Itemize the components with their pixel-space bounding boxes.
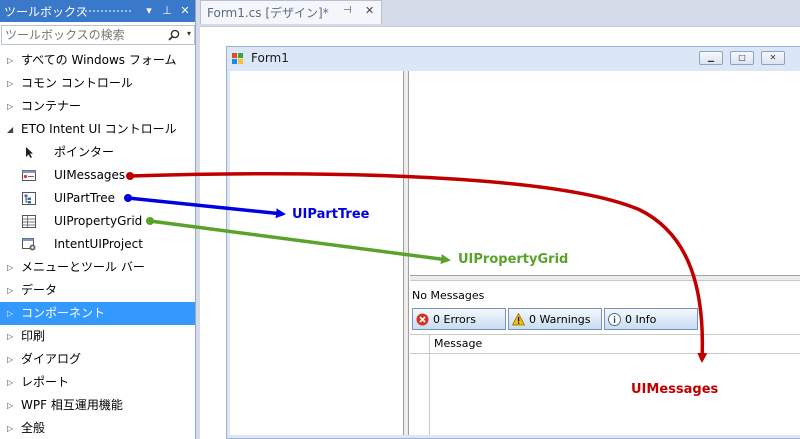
pin-icon[interactable]: ⊣ xyxy=(343,5,352,16)
toolbox-item-pointer[interactable]: ポインター xyxy=(0,141,195,164)
toolbox-search-box: ▾ xyxy=(1,25,195,45)
form-title: Form1 xyxy=(251,51,289,65)
document-tab-strip: Form1.cs [デザイン]* ⊣ ✕ xyxy=(198,0,800,24)
uiparttree-callout-label: UIPartTree xyxy=(292,207,370,222)
toolbox-item-label: UIPropertyGrid xyxy=(54,214,143,228)
toolbox-group-label: ETO Intent UI コントロール xyxy=(21,122,177,136)
horizontal-splitter[interactable] xyxy=(410,276,800,281)
uimessages-callout-label: UIMessages xyxy=(631,382,719,397)
vertical-splitter[interactable] xyxy=(404,71,409,435)
grid-row-header xyxy=(410,354,430,435)
toolbox-group-label: 全般 xyxy=(21,421,46,435)
collapse-arrow-icon: ◢ xyxy=(7,125,14,134)
expand-arrow-icon: ▷ xyxy=(7,309,14,318)
toolbox-item-label: UIMessages xyxy=(54,168,126,182)
messages-status-text: No Messages xyxy=(412,289,485,302)
toolbox-group-menus-toolbars[interactable]: ▷ メニューとツール バー xyxy=(0,256,195,279)
uiparttree-control[interactable] xyxy=(410,71,800,276)
toolbox-group-wpf-interop[interactable]: ▷ WPF 相互運用機能 xyxy=(0,394,195,417)
expand-arrow-icon: ▷ xyxy=(7,79,14,88)
uipropertygrid-callout-label: UIPropertyGrid xyxy=(458,252,569,267)
expand-arrow-icon: ▷ xyxy=(7,263,14,272)
tab-form1-design[interactable]: Form1.cs [デザイン]* ⊣ ✕ xyxy=(200,0,382,24)
toolbox-group-eto-intent-ui[interactable]: ◢ ETO Intent UI コントロール xyxy=(0,118,195,141)
toolbox-panel: ツールボックス ▾ ⊥ ✕ ▾ ▷ すべての Windows フォーム ▷ コモ… xyxy=(0,0,196,439)
toolbox-group-dialogs[interactable]: ▷ ダイアログ xyxy=(0,348,195,371)
uimessages-icon xyxy=(22,170,36,181)
expand-arrow-icon: ▷ xyxy=(7,56,14,65)
toolbox-group-label: コンテナー xyxy=(21,99,82,113)
pointer-icon xyxy=(26,147,33,158)
left-panel[interactable] xyxy=(230,71,404,435)
toolbox-group-containers[interactable]: ▷ コンテナー xyxy=(0,95,195,118)
expand-arrow-icon: ▷ xyxy=(7,355,14,364)
toolbox-item-uipropertygrid[interactable]: UIPropertyGrid xyxy=(0,210,195,233)
toolbox-item-label: ポインター xyxy=(54,145,115,159)
toolbox-group-label: メニューとツール バー xyxy=(21,260,145,274)
warning-icon xyxy=(512,312,525,325)
expand-arrow-icon: ▷ xyxy=(7,378,14,387)
tab-label: Form1.cs [デザイン]* xyxy=(207,6,329,20)
messages-grid-header: Message xyxy=(410,334,800,354)
toolbox-item-uiparttree[interactable]: UIPartTree xyxy=(0,187,195,210)
grid-corner-cell xyxy=(410,335,430,354)
errors-filter-label: 0 Errors xyxy=(433,312,477,326)
toolbox-list: ▷ すべての Windows フォーム ▷ コモン コントロール ▷ コンテナー… xyxy=(0,49,195,439)
error-icon xyxy=(416,313,429,325)
toolbox-autohide-button[interactable]: ⊥ xyxy=(160,3,174,19)
toolbox-group-reports[interactable]: ▷ レポート xyxy=(0,371,195,394)
info-icon xyxy=(608,312,621,326)
expand-arrow-icon: ▷ xyxy=(7,401,14,410)
toolbox-group-components[interactable]: ▷ コンポーネント xyxy=(0,302,195,325)
toolbox-group-label: 印刷 xyxy=(21,329,46,343)
expand-arrow-icon: ▷ xyxy=(7,424,14,433)
toolbox-item-label: IntentUIProject xyxy=(54,237,143,251)
uimessages-control[interactable]: No Messages 0 Errors 0 Warnings 0 Info M… xyxy=(410,282,800,435)
info-filter-button[interactable]: 0 Info xyxy=(604,308,698,330)
toolbox-group-label: レポート xyxy=(21,375,70,389)
toolbox-item-label: UIPartTree xyxy=(54,191,116,205)
minimize-button[interactable]: ▁ xyxy=(699,51,723,65)
form1-window[interactable]: Form1 ▁ □ ✕ No Messages 0 Errors 0 Warni… xyxy=(226,46,800,439)
toolbox-search-input[interactable] xyxy=(2,26,170,44)
toolbox-group-label: すべての Windows フォーム xyxy=(21,53,177,67)
warnings-filter-button[interactable]: 0 Warnings xyxy=(508,308,602,330)
toolbox-group-printing[interactable]: ▷ 印刷 xyxy=(0,325,195,348)
toolbox-item-uimessages[interactable]: UIMessages xyxy=(0,164,195,187)
expand-arrow-icon: ▷ xyxy=(7,286,14,295)
toolbox-item-intentuiproject[interactable]: IntentUIProject xyxy=(0,233,195,256)
toolbox-options-button[interactable]: ▾ xyxy=(142,3,156,19)
toolbox-group-label: ダイアログ xyxy=(21,352,82,366)
errors-filter-button[interactable]: 0 Errors xyxy=(412,308,506,330)
toolbox-group-all-windows-forms[interactable]: ▷ すべての Windows フォーム xyxy=(0,49,195,72)
toolbox-drag-grip[interactable] xyxy=(76,9,132,14)
search-icon[interactable] xyxy=(168,29,180,41)
close-tab-icon[interactable]: ✕ xyxy=(365,4,374,17)
toolbox-group-label: コンポーネント xyxy=(21,306,106,320)
toolbox-group-data[interactable]: ▷ データ xyxy=(0,279,195,302)
search-dropdown-icon[interactable]: ▾ xyxy=(187,29,191,38)
close-button[interactable]: ✕ xyxy=(761,51,785,65)
form-titlebar: Form1 ▁ □ ✕ xyxy=(227,47,800,71)
expand-arrow-icon: ▷ xyxy=(7,102,14,111)
form-icon xyxy=(232,53,243,64)
toolbox-group-label: コモン コントロール xyxy=(21,76,133,90)
maximize-button[interactable]: □ xyxy=(730,51,754,65)
uiparttree-icon xyxy=(22,192,36,205)
toolbox-group-general[interactable]: ▷ 全般 xyxy=(0,417,195,439)
warnings-filter-label: 0 Warnings xyxy=(529,312,591,326)
expand-arrow-icon: ▷ xyxy=(7,332,14,341)
toolbox-close-button[interactable]: ✕ xyxy=(178,3,192,19)
message-column-header[interactable]: Message xyxy=(434,337,482,350)
toolbox-group-label: WPF 相互運用機能 xyxy=(21,398,123,412)
toolbox-group-label: データ xyxy=(21,283,58,297)
intentuiproject-icon xyxy=(22,238,36,251)
toolbox-header: ツールボックス ▾ ⊥ ✕ xyxy=(0,0,195,22)
toolbox-group-common-controls[interactable]: ▷ コモン コントロール xyxy=(0,72,195,95)
info-filter-label: 0 Info xyxy=(625,312,657,326)
uipropertygrid-icon xyxy=(22,215,36,228)
